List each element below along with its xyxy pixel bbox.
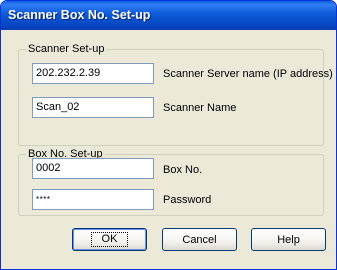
scanner-setup-group: Scanner Set-up 202.232.2.39 Scanner Serv… [18,43,333,146]
password-input[interactable]: **** [32,189,154,210]
window-title: Scanner Box No. Set-up [8,8,151,22]
password-label: Password [163,194,212,206]
cancel-button-label: Cancel [182,233,217,246]
dialog-body: Scanner Set-up 202.232.2.39 Scanner Serv… [4,30,333,266]
scanner-name-label: Scanner Name [163,102,237,114]
scanner-setup-legend: Scanner Set-up [26,43,107,55]
cancel-button[interactable]: Cancel [162,228,237,251]
help-button-label: Help [277,233,300,246]
ok-button[interactable]: OK [72,228,147,251]
help-button[interactable]: Help [251,228,326,251]
box-no-label: Box No. [163,164,203,176]
title-bar[interactable]: Scanner Box No. Set-up [1,1,336,30]
box-no-input[interactable]: 0002 [32,158,154,179]
scanner-server-input[interactable]: 202.232.2.39 [32,63,154,84]
scanner-server-label: Scanner Server name (IP address) [163,68,333,80]
ok-button-label: OK [90,232,129,247]
box-setup-group: Box No. Set-up 0002 Box No. **** Passwor… [18,148,324,216]
dialog-window: Scanner Box No. Set-up Scanner Set-up 20… [0,0,337,270]
scanner-name-input[interactable]: Scan_02 [32,97,154,118]
